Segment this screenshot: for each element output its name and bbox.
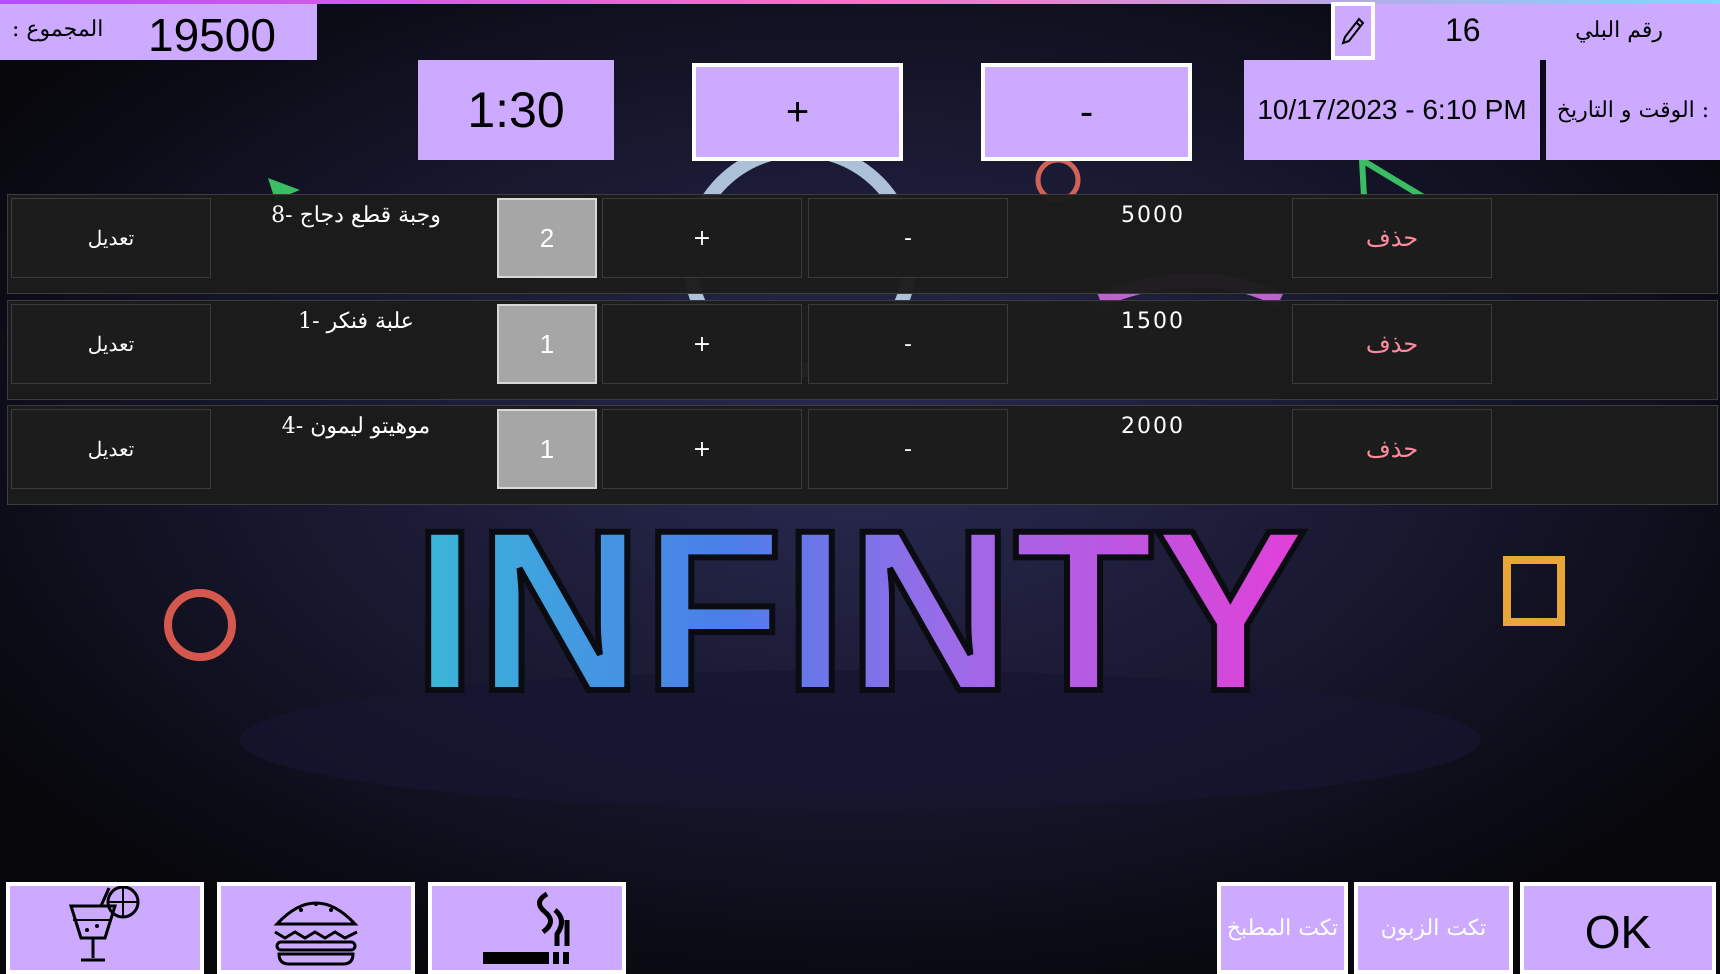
item-quantity: 2 xyxy=(497,198,597,278)
delete-item-button[interactable]: حذف xyxy=(1292,409,1492,489)
decrease-qty-button[interactable]: - xyxy=(808,409,1008,489)
delete-item-button[interactable]: حذف xyxy=(1292,304,1492,384)
edit-table-button[interactable] xyxy=(1331,2,1375,60)
kitchen-ticket-button[interactable]: تكت المطبخ xyxy=(1217,882,1348,974)
table-number-panel: 16 رقم البلي xyxy=(1375,4,1720,60)
decrease-qty-button[interactable]: - xyxy=(808,198,1008,278)
table-number-label: رقم البلي xyxy=(1575,18,1663,43)
order-row: تعديل وجبة قطع دجاج -8 2 + - 5000 حذف xyxy=(7,194,1718,294)
item-name: علبة فنكر -1 xyxy=(298,309,414,334)
datetime-label: الوقت و التاريخ : xyxy=(1546,60,1720,160)
delete-item-button[interactable]: حذف xyxy=(1292,198,1492,278)
decrease-time-button[interactable]: - xyxy=(981,63,1192,161)
timer-display: 1:30 xyxy=(418,60,614,160)
item-name: وجبة قطع دجاج -8 xyxy=(271,203,441,228)
cigarette-icon xyxy=(483,891,570,964)
food-category-button[interactable] xyxy=(217,882,415,974)
customer-ticket-button[interactable]: تكت الزبون xyxy=(1354,882,1513,974)
burger-icon xyxy=(273,901,359,966)
increase-time-button[interactable]: + xyxy=(692,63,903,161)
datetime-value: 10/17/2023 - 6:10 PM xyxy=(1244,60,1540,160)
table-number: 16 xyxy=(1445,12,1481,48)
item-quantity: 1 xyxy=(497,304,597,384)
order-row: تعديل موهيتو ليمون -4 1 + - 2000 حذف xyxy=(7,405,1718,505)
increase-qty-button[interactable]: + xyxy=(602,198,802,278)
edit-item-button[interactable]: تعديل xyxy=(11,409,211,489)
decrease-qty-button[interactable]: - xyxy=(808,304,1008,384)
edit-item-button[interactable]: تعديل xyxy=(11,198,211,278)
background-logo-text: INFINTY xyxy=(413,482,1307,739)
item-price: 1500 xyxy=(1121,309,1185,334)
total-value: 19500 xyxy=(148,9,276,61)
increase-qty-button[interactable]: + xyxy=(602,304,802,384)
edit-item-button[interactable]: تعديل xyxy=(11,304,211,384)
cocktail-icon xyxy=(68,886,140,962)
item-price: 2000 xyxy=(1121,414,1185,439)
total-label: : المجموع xyxy=(12,17,104,42)
pencil-icon xyxy=(1341,17,1365,45)
increase-qty-button[interactable]: + xyxy=(602,409,802,489)
total-panel: : المجموع 19500 xyxy=(0,4,317,61)
drinks-category-button[interactable] xyxy=(6,882,204,974)
smoking-category-button[interactable] xyxy=(428,882,626,974)
item-name: موهيتو ليمون -4 xyxy=(281,414,431,439)
order-row: تعديل علبة فنكر -1 1 + - 1500 حذف xyxy=(7,300,1718,400)
item-price: 5000 xyxy=(1121,203,1185,228)
item-quantity: 1 xyxy=(497,409,597,489)
ok-button[interactable]: OK xyxy=(1520,882,1716,974)
